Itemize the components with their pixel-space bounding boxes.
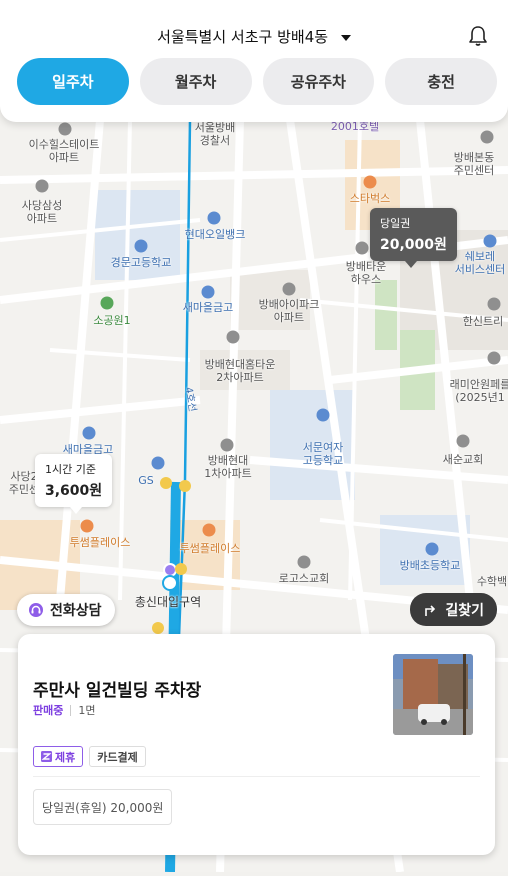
card-divider <box>33 776 480 777</box>
map-label-isu-hillstate: 이수힐스테이트 아파트 <box>28 138 100 164</box>
map-label-sogong: 소공원1 <box>93 314 131 327</box>
church-icon <box>297 555 311 569</box>
map-label-hanshin: 한신트리 <box>462 315 504 328</box>
price-option[interactable]: 당일권(휴일) 20,000원 <box>33 789 173 825</box>
partner-logo-icon <box>41 751 52 762</box>
lot-name: 주만사 일건빌딩 주차장 <box>33 681 202 701</box>
map-label-hyundai-1: 방배현대 1차아파트 <box>204 454 252 480</box>
price-marker-label: 1시간 기준 <box>45 463 96 476</box>
tab-daily[interactable]: 일주차 <box>17 58 129 105</box>
school-icon <box>316 408 330 422</box>
map-label-bangbae-es: 방배초등학교 <box>399 559 461 572</box>
price-marker-price: 20,000원 <box>380 237 447 253</box>
headset-icon <box>29 603 43 617</box>
parking-type-tabs: 일주차 월주차 공유주차 충전 <box>17 58 497 105</box>
apartment-icon <box>226 330 240 344</box>
map-label-shebore: 쉐보레 서비스센터 <box>454 250 506 276</box>
parking-lot-card[interactable]: 주만사 일건빌딩 주차장 판매중 1면 제휴 카드결제 당일권(휴일) 20,0… <box>18 634 495 855</box>
phone-consult-button[interactable]: 전화상담 <box>17 594 115 626</box>
card-payment-tag: 카드결제 <box>89 746 146 767</box>
map-label-saemaul-1: 새마을금고 <box>182 301 234 314</box>
map-label-twosome-1: 투썸플레이스 <box>69 536 131 549</box>
price-marker-day-pass[interactable]: 당일권 20,000원 <box>370 208 457 268</box>
map-label-bangbae-police: 서울방배 경찰서 <box>194 121 236 147</box>
lot-meta: 판매중 1면 <box>33 702 96 718</box>
lot-tags: 제휴 카드결제 <box>33 746 146 767</box>
tab-monthly[interactable]: 월주차 <box>139 58 252 105</box>
bell-icon[interactable] <box>468 25 488 47</box>
map-label-twosome-2: 투썸플레이스 <box>179 542 241 555</box>
map-label-gs: GS <box>138 474 154 487</box>
apartment-icon <box>58 122 72 136</box>
directions-label: 길찾기 <box>445 602 484 619</box>
gas-station-icon <box>207 211 221 225</box>
map-label-bangbae-ipark: 방배아이파크 아파트 <box>258 298 320 324</box>
tab-charging[interactable]: 충전 <box>385 58 497 105</box>
price-marker-price: 3,600원 <box>45 483 103 499</box>
price-marker-hourly[interactable]: 1시간 기준 3,600원 <box>35 454 113 514</box>
map-label-chongshin-station: 총신대입구역 <box>134 595 202 609</box>
cafe-icon <box>80 519 94 533</box>
map-label-seomun-girls: 서문여자 고등학교 <box>302 441 344 467</box>
map-label-kyungmun-hs: 경문고등학교 <box>110 256 172 269</box>
price-marker-label: 당일권 <box>380 217 411 230</box>
map-label-bangbae-town: 방배타운 하우스 <box>345 260 387 286</box>
phone-consult-label: 전화상담 <box>50 603 102 619</box>
convenience-store-icon <box>151 456 165 470</box>
map-label-starbucks: 스타벅스 <box>349 192 391 205</box>
apartment-icon <box>487 297 501 311</box>
directions-button[interactable]: 길찾기 <box>410 593 497 626</box>
office-icon <box>480 130 494 144</box>
map-label-hyundai-home: 방배현대홈타운 2차아파트 <box>204 358 276 384</box>
apartment-icon <box>282 282 296 296</box>
school-icon <box>134 239 148 253</box>
meta-divider <box>70 704 72 716</box>
location-label: 서울특별시 서초구 방배4동 <box>157 28 329 46</box>
top-header: 서울특별시 서초구 방배4동 일주차 월주차 공유주차 충전 <box>0 0 508 122</box>
map-label-rogos-church: 로고스교회 <box>278 572 330 585</box>
map-label-saesun-church: 새순교회 <box>442 453 484 466</box>
apartment-icon <box>355 241 369 255</box>
park-icon <box>100 296 114 310</box>
caret-down-icon <box>340 34 351 41</box>
tab-shared[interactable]: 공유주차 <box>262 58 375 105</box>
service-icon <box>483 234 497 248</box>
lot-status: 판매중 <box>33 704 64 717</box>
map-label-sadang-samsung: 사당삼성 아파트 <box>21 199 63 225</box>
apartment-icon <box>35 179 49 193</box>
lot-photo[interactable] <box>393 654 473 735</box>
map-label-suhak: 수학백 <box>476 575 508 588</box>
apartment-icon <box>220 438 234 452</box>
cafe-icon <box>363 175 377 189</box>
apartment-icon <box>487 351 501 365</box>
map-label-hyundai-oil: 현대오일뱅크 <box>184 228 246 241</box>
map-label-raemian: 래미안원페를 (2025년1 <box>449 378 508 404</box>
partner-tag-label: 제휴 <box>55 750 76 764</box>
lot-spaces: 1면 <box>78 704 96 717</box>
bank-icon <box>201 285 215 299</box>
location-selector[interactable]: 서울특별시 서초구 방배4동 <box>0 26 508 47</box>
church-icon <box>456 434 470 448</box>
bank-icon <box>82 426 96 440</box>
cafe-icon <box>202 523 216 537</box>
map-label-bangbae-center: 방배본동 주민센터 <box>453 151 495 177</box>
school-icon <box>425 542 439 556</box>
partner-tag: 제휴 <box>33 746 84 767</box>
turn-right-icon <box>425 604 436 616</box>
